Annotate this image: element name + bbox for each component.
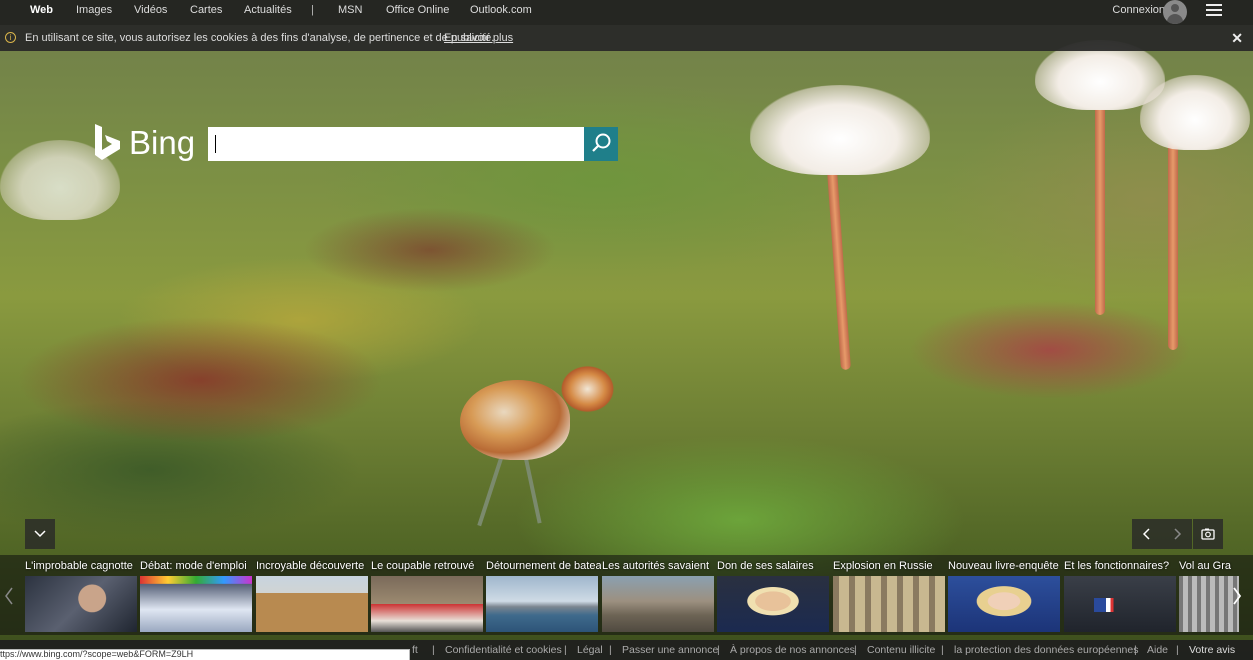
chevron-down-icon [34,530,46,538]
nav-web[interactable]: Web [30,4,53,16]
news-thumbnail [256,576,368,632]
news-previous-button[interactable] [0,555,20,635]
image-info-button[interactable] [1193,519,1223,549]
cookie-banner: i En utilisant ce site, vous autorisez l… [0,25,1253,51]
news-title: Les autorités savaient [602,560,710,572]
close-icon[interactable]: ✕ [1231,30,1243,47]
news-carousel: L'improbable cagnotte Débat: mode d'empl… [0,555,1253,635]
bird-head [560,365,615,413]
news-title: Incroyable découverte [256,560,365,572]
news-item[interactable]: Incroyable découverte [256,555,371,635]
news-thumbnail [25,576,137,632]
news-thumbnail [602,576,714,632]
news-thumbnail [1064,576,1176,632]
lily-stem [1168,130,1178,350]
footer-legal-link[interactable]: Légal [577,644,603,656]
news-item[interactable]: Détournement de bateau [486,555,601,635]
footer-about-ads-link[interactable]: À propos de nos annonces [730,644,855,656]
footer-help-link[interactable]: Aide [1147,644,1168,656]
news-title: Le coupable retrouvé [371,560,475,572]
status-url: ttps://www.bing.com/?scope=web&FORM=Z9LH [0,649,194,659]
news-title: Détournement de bateau [486,560,601,572]
text-cursor [215,135,216,153]
news-title: Explosion en Russie [833,560,933,572]
news-thumbnail [833,576,945,632]
news-item[interactable]: Débat: mode d'emploi [140,555,255,635]
collapse-news-button[interactable] [25,519,55,549]
cookie-message: En utilisant ce site, vous autorisez les… [25,32,495,44]
footer-fragment: ft [412,644,418,656]
previous-image-button[interactable] [1132,519,1162,549]
nav-maps[interactable]: Cartes [190,4,222,16]
news-item[interactable]: Don de ses salaires [717,555,832,635]
news-item[interactable]: Les autorités savaient [602,555,717,635]
news-title: Nouveau livre-enquête [948,560,1059,572]
user-avatar-icon[interactable] [1163,0,1187,24]
chevron-left-icon [1142,528,1150,540]
footer-illegal-content-link[interactable]: Contenu illicite [867,644,935,656]
camera-icon [1201,528,1215,540]
news-thumbnail [948,576,1060,632]
info-icon: i [5,32,16,43]
news-thumbnail [140,576,252,632]
lily-stem [827,169,851,371]
footer-privacy-link[interactable]: Confidentialité et cookies [445,644,562,656]
water-lily [750,85,930,175]
chevron-left-icon [5,587,13,605]
next-image-button[interactable] [1162,519,1192,549]
search-icon [592,133,611,152]
browser-status-bar: ttps://www.bing.com/?scope=web&FORM=Z9LH [0,649,410,660]
footer-data-protection-link[interactable]: la protection des données européennes [954,644,1138,656]
news-item[interactable]: Nouveau livre-enquête [948,555,1063,635]
search-button[interactable] [584,127,618,161]
nav-images[interactable]: Images [76,4,112,16]
chevron-right-icon [1233,587,1242,605]
news-thumbnail [371,576,483,632]
news-thumbnail [717,576,829,632]
chevron-right-icon [1174,528,1182,540]
nav-separator: | [311,4,314,16]
news-next-button[interactable] [1228,555,1248,635]
nav-office-online[interactable]: Office Online [386,4,449,16]
bing-logo-icon [95,124,120,160]
bing-logo-text: Bing [129,124,196,161]
hamburger-menu-icon[interactable] [1206,4,1222,18]
news-item[interactable]: Et les fonctionnaires? [1064,555,1179,635]
footer-advertise-link[interactable]: Passer une annonce [622,644,718,656]
news-item[interactable]: Le coupable retrouvé [371,555,486,635]
footer-feedback-link[interactable]: Votre avis [1189,644,1235,656]
top-navigation: Web Images Vidéos Cartes Actualités | MS… [0,0,1253,25]
nav-outlook[interactable]: Outlook.com [470,4,532,16]
signin-link[interactable]: Connexion [1112,4,1165,16]
news-title: Débat: mode d'emploi [140,560,247,572]
water-lily [1140,75,1250,150]
cookie-learn-more-link[interactable]: En savoir plus [444,32,513,44]
nav-videos[interactable]: Vidéos [134,4,167,16]
news-item[interactable]: L'improbable cagnotte [25,555,140,635]
nav-news[interactable]: Actualités [244,4,292,16]
news-thumbnail [486,576,598,632]
bird-body [460,380,570,460]
search-input[interactable] [208,127,585,161]
news-title: Et les fonctionnaires? [1064,560,1170,572]
lily-stem [1095,95,1105,315]
news-item[interactable]: Explosion en Russie [833,555,948,635]
news-title: L'improbable cagnotte [25,560,133,572]
news-title: Don de ses salaires [717,560,814,572]
nav-msn[interactable]: MSN [338,4,362,16]
